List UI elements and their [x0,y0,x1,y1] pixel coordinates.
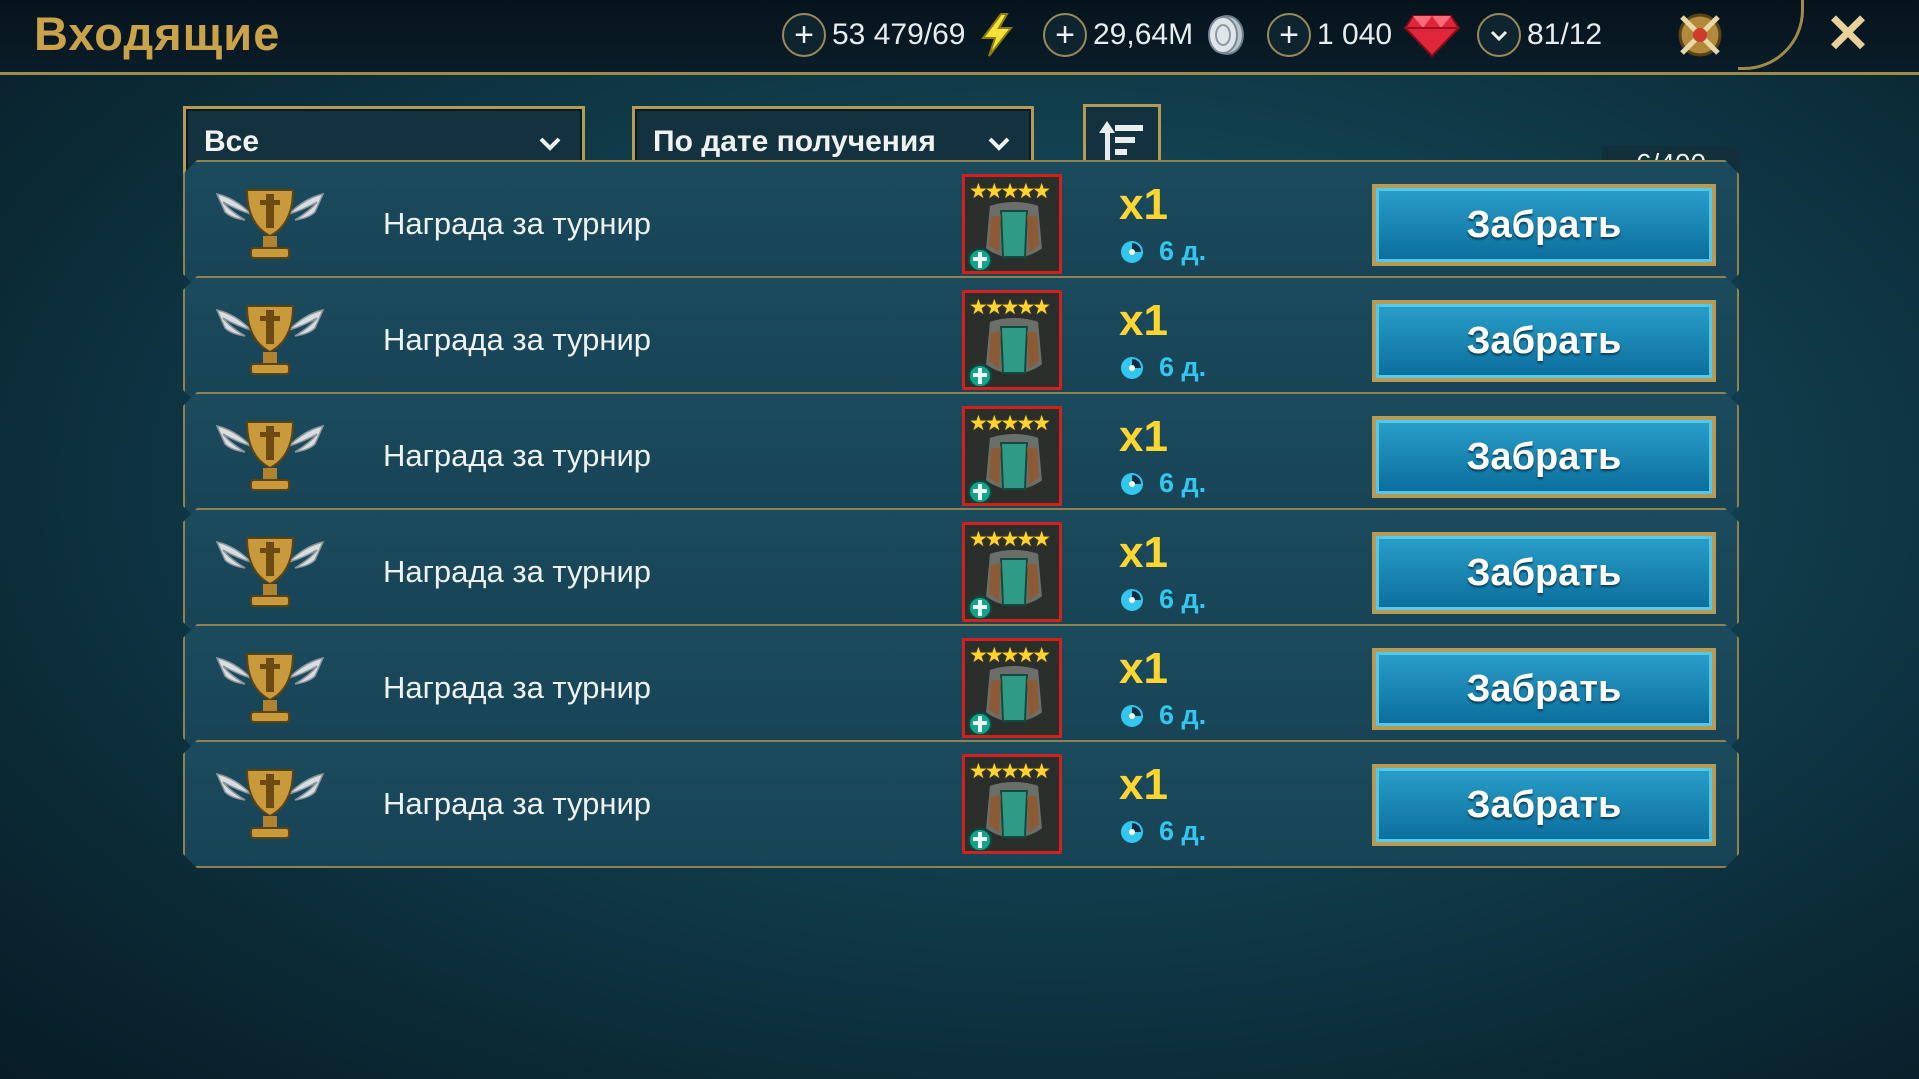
arena-tokens-dropdown-button[interactable] [1477,13,1521,57]
clock-icon [1119,587,1145,613]
reward-title: Награда за турнир [383,670,652,705]
winged-trophy-icon [215,180,325,268]
reward-item-slot[interactable]: ★★★★★ [962,754,1062,854]
chevron-down-icon [539,137,561,151]
reward-quantity: x1 [1119,180,1168,229]
sort-descending-icon [1099,121,1143,161]
expiry-timer: 6 д. [1119,236,1206,267]
item-set-badge-icon [967,363,993,389]
reward-item-slot[interactable]: ★★★★★ [962,290,1062,390]
expiry-timer: 6 д. [1119,584,1206,615]
expiry-time-text: 6 д. [1159,236,1207,266]
inbox-reward-row: Награда за турнир ★★★★★ x1 6 д. Забрать [183,508,1739,636]
clock-icon [1119,819,1145,845]
expiry-time-text: 6 д. [1159,700,1207,730]
clock-icon [1119,703,1145,729]
reward-item-slot[interactable]: ★★★★★ [962,406,1062,506]
claim-button[interactable]: Забрать [1372,416,1716,498]
item-set-badge-icon [967,247,993,273]
expiry-time-text: 6 д. [1159,584,1207,614]
energy-value: 53 479/69 [832,18,966,51]
reward-quantity: x1 [1119,296,1168,345]
reward-title: Награда за турнир [383,322,652,357]
add-energy-button[interactable]: + [782,13,826,57]
header-corner-ornament [1738,0,1804,70]
expiry-time-text: 6 д. [1159,352,1207,382]
expiry-timer: 6 д. [1119,816,1206,847]
expiry-timer: 6 д. [1119,700,1206,731]
inbox-reward-row: Награда за турнир ★★★★★ x1 6 д. Забрать [183,160,1739,288]
item-set-badge-icon [967,827,993,853]
winged-trophy-icon [215,644,325,732]
lightning-icon [975,13,1019,57]
expiry-timer: 6 д. [1119,468,1206,499]
winged-trophy-icon [215,760,325,848]
clock-icon [1119,471,1145,497]
arena-tokens-resource: 81/12 [1477,10,1728,60]
close-button[interactable]: ✕ [1820,6,1876,62]
silver-resource: + 29,64M [1043,10,1247,60]
add-silver-button[interactable]: + [1043,13,1087,57]
reward-quantity: x1 [1119,644,1168,693]
chevron-down-icon [988,137,1010,151]
inbox-reward-row: Награда за турнир ★★★★★ x1 6 д. Забрать [183,276,1739,404]
inbox-reward-row: Награда за турнир ★★★★★ x1 6 д. Забрать [183,624,1739,752]
claim-button[interactable]: Забрать [1372,300,1716,382]
gems-value: 1 040 [1317,18,1393,51]
winged-trophy-icon [215,528,325,616]
top-bar: Входящие + 53 479/69 + 29,64M + 1 040 81… [0,0,1919,75]
winged-trophy-icon [215,296,325,384]
page-title: Входящие [34,7,281,60]
expiry-time-text: 6 д. [1159,816,1207,846]
winged-trophy-icon [215,412,325,500]
claim-button[interactable]: Забрать [1372,764,1716,846]
arena-tokens-value: 81/12 [1527,18,1603,51]
clock-icon [1119,355,1145,381]
category-filter-value: Все [204,125,260,158]
reward-title: Награда за турнир [383,206,652,241]
reward-quantity: x1 [1119,412,1168,461]
item-set-badge-icon [967,479,993,505]
reward-item-slot[interactable]: ★★★★★ [962,174,1062,274]
silver-value: 29,64M [1093,18,1194,51]
clock-icon [1119,239,1145,265]
reward-title: Награда за турнир [383,786,652,821]
reward-item-slot[interactable]: ★★★★★ [962,522,1062,622]
silver-coin-icon [1203,13,1247,57]
gems-resource: + 1 040 [1267,10,1462,60]
item-set-badge-icon [967,711,993,737]
energy-resource: + 53 479/69 [782,10,1019,60]
sort-order-value: По дате получения [653,125,936,158]
crossed-swords-emblem-icon [1672,7,1728,63]
item-set-badge-icon [967,595,993,621]
reward-item-slot[interactable]: ★★★★★ [962,638,1062,738]
inbox-reward-row: Награда за турнир ★★★★★ x1 6 д. Забрать [183,740,1739,868]
expiry-timer: 6 д. [1119,352,1206,383]
add-gems-button[interactable]: + [1267,13,1311,57]
reward-quantity: x1 [1119,528,1168,577]
inbox-reward-row: Награда за турнир ★★★★★ x1 6 д. Забрать [183,392,1739,520]
reward-title: Награда за турнир [383,438,652,473]
claim-button[interactable]: Забрать [1372,184,1716,266]
claim-button[interactable]: Забрать [1372,648,1716,730]
ruby-gem-icon [1402,13,1462,58]
reward-title: Награда за турнир [383,554,652,589]
expiry-time-text: 6 д. [1159,468,1207,498]
claim-button[interactable]: Забрать [1372,532,1716,614]
reward-quantity: x1 [1119,760,1168,809]
